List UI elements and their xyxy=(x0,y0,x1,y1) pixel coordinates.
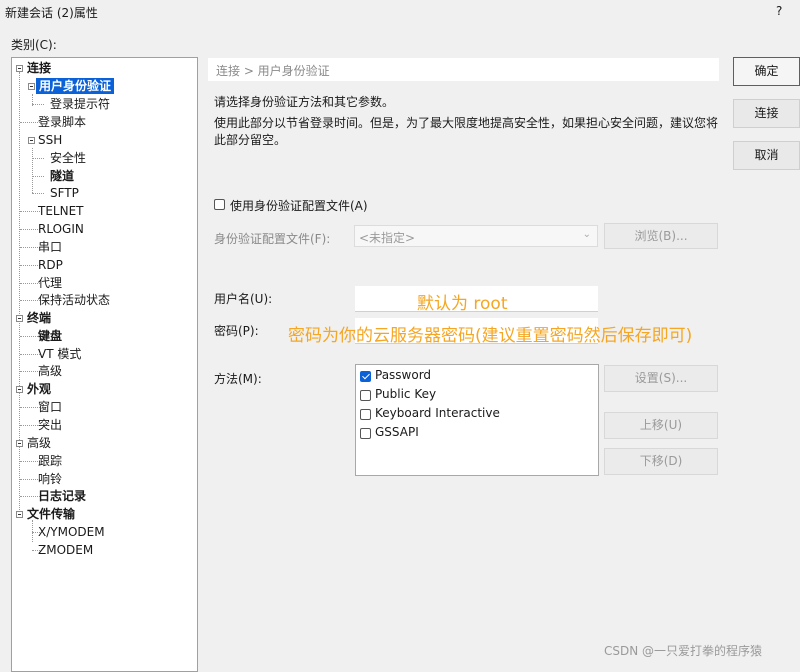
tree-item-window[interactable]: 窗口 xyxy=(38,399,62,415)
checkbox-icon[interactable] xyxy=(360,409,371,420)
move-down-button[interactable]: 下移(D) xyxy=(604,448,718,475)
chevron-down-icon: ⌄ xyxy=(582,229,591,240)
collapse-toggle-icon[interactable] xyxy=(28,137,35,144)
settings-button[interactable]: 设置(S)... xyxy=(604,365,718,392)
tree-item-rlogin[interactable]: RLOGIN xyxy=(38,221,84,237)
tree-item-trace[interactable]: 跟踪 xyxy=(38,453,62,469)
username-annotation: 默认为 root xyxy=(417,294,508,314)
tree-item-ssh[interactable]: SSH xyxy=(38,132,62,148)
username-label: 用户名(U): xyxy=(214,292,273,306)
password-label: 密码(P): xyxy=(214,324,259,338)
profile-select[interactable]: <未指定> ⌄ xyxy=(354,225,598,247)
method-label: 方法(M): xyxy=(214,372,262,386)
connect-button[interactable]: 连接 xyxy=(733,99,800,128)
description-line-2: 使用此部分以节省登录时间。但是，为了最大限度地提高安全性，如果担心安全问题，建议… xyxy=(214,116,719,147)
tree-item-file-transfer[interactable]: 文件传输 xyxy=(27,506,75,522)
ok-button[interactable]: 确定 xyxy=(733,57,800,86)
move-up-button[interactable]: 上移(U) xyxy=(604,412,718,439)
tree-item-logging[interactable]: 日志记录 xyxy=(38,488,86,504)
password-annotation: 密码为你的云服务器密码(建议重置密码然后保存即可) xyxy=(288,326,693,346)
breadcrumb: 连接 > 用户身份验证 xyxy=(208,58,719,81)
tree-item-xymodem[interactable]: X/YMODEM xyxy=(38,524,105,540)
tree-item-login-script[interactable]: 登录脚本 xyxy=(38,114,86,130)
tree-item-highlight[interactable]: 突出 xyxy=(38,417,62,433)
watermark: CSDN @一只爱打拳的程序猿 xyxy=(604,644,763,658)
profile-select-value: <未指定> xyxy=(359,231,416,245)
tree-item-keepalive[interactable]: 保持活动状态 xyxy=(38,292,110,308)
description-line-1: 请选择身份验证方法和其它参数。 xyxy=(214,95,395,109)
collapse-toggle-icon[interactable] xyxy=(16,315,23,322)
collapse-toggle-icon[interactable] xyxy=(16,65,23,72)
category-tree[interactable]: 连接 用户身份验证 登录提示符 登录脚本 SSH 安全性 隧道 SFTP TEL… xyxy=(11,57,198,672)
tree-item-proxy[interactable]: 代理 xyxy=(38,275,62,291)
tree-item-terminal-advanced[interactable]: 高级 xyxy=(38,363,62,379)
category-label: 类别(C): xyxy=(11,38,57,52)
browse-button[interactable]: 浏览(B)... xyxy=(604,223,718,249)
tree-item-telnet[interactable]: TELNET xyxy=(38,203,84,219)
tree-item-advanced[interactable]: 高级 xyxy=(27,435,51,451)
tree-item-user-auth[interactable]: 用户身份验证 xyxy=(36,78,115,94)
tree-item-zmodem[interactable]: ZMODEM xyxy=(38,542,93,558)
tree-item-security[interactable]: 安全性 xyxy=(50,150,86,166)
checkbox-icon[interactable] xyxy=(360,428,371,439)
checkbox-icon[interactable] xyxy=(360,390,371,401)
cancel-button[interactable]: 取消 xyxy=(733,141,800,170)
tree-item-sftp[interactable]: SFTP xyxy=(50,185,79,201)
tree-item-keyboard[interactable]: 键盘 xyxy=(38,328,62,344)
collapse-toggle-icon[interactable] xyxy=(16,440,23,447)
collapse-toggle-icon[interactable] xyxy=(28,83,35,90)
use-profile-label[interactable]: 使用身份验证配置文件(A) xyxy=(230,197,368,214)
tree-item-login-prompt[interactable]: 登录提示符 xyxy=(50,96,110,112)
help-icon[interactable]: ? xyxy=(776,4,782,18)
checkbox-checked-icon[interactable] xyxy=(360,371,371,382)
tree-item-rdp[interactable]: RDP xyxy=(38,257,63,273)
collapse-toggle-icon[interactable] xyxy=(16,386,23,393)
tree-item-vt-mode[interactable]: VT 模式 xyxy=(38,346,81,362)
collapse-toggle-icon[interactable] xyxy=(16,511,23,518)
profile-file-label: 身份验证配置文件(F): xyxy=(214,232,331,246)
tree-item-appearance[interactable]: 外观 xyxy=(27,381,51,397)
method-list[interactable]: Password Public Key Keyboard Interactive… xyxy=(355,364,599,476)
tree-item-serial[interactable]: 串口 xyxy=(38,239,62,255)
tree-item-tunnel[interactable]: 隧道 xyxy=(50,168,74,184)
tree-item-bell[interactable]: 响铃 xyxy=(38,471,62,487)
tree-item-terminal[interactable]: 终端 xyxy=(27,310,51,326)
tree-item-connection[interactable]: 连接 xyxy=(27,60,51,76)
use-profile-checkbox[interactable] xyxy=(214,199,225,210)
window-title: 新建会话 (2)属性 xyxy=(5,6,98,20)
